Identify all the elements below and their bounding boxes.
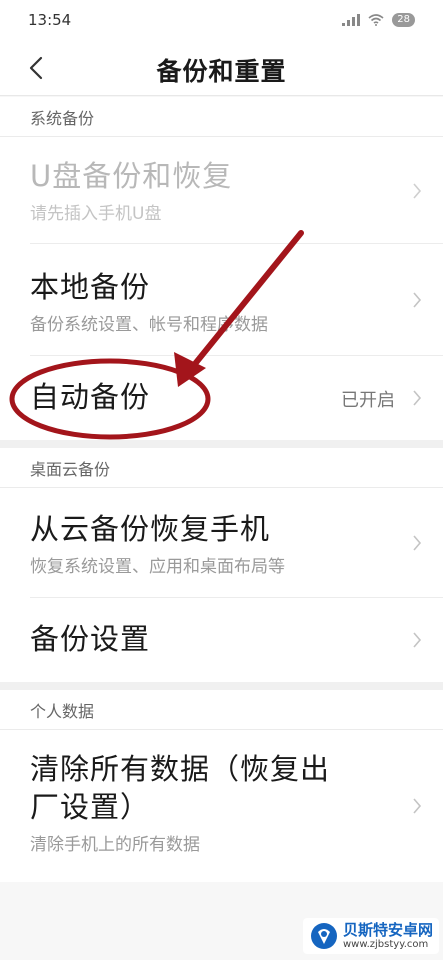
site-logo-icon — [310, 923, 337, 949]
row-title: U盘备份和恢复 — [30, 159, 233, 193]
row-title: 自动备份 — [30, 380, 151, 414]
row-local-backup[interactable]: 本地备份 备份系统设置、帐号和程序数据 — [0, 244, 443, 356]
row-title: 从云备份恢复手机 — [30, 512, 271, 546]
row-factory-reset[interactable]: 清除所有数据（恢复出 厂设置） 清除手机上的所有数据 — [0, 730, 443, 882]
row-title: 本地备份 — [30, 270, 151, 304]
chevron-right-icon — [413, 798, 422, 814]
watermark: 贝斯特安卓网 www.zjbstyy.com — [302, 918, 439, 954]
watermark-url: www.zjbstyy.com — [342, 939, 429, 950]
battery-icon: 28 — [392, 13, 415, 27]
page-title: 备份和重置 — [156, 57, 287, 86]
row-restore-from-cloud[interactable]: 从云备份恢复手机 恢复系统设置、应用和桌面布局等 — [0, 488, 443, 598]
row-usb-backup[interactable]: U盘备份和恢复 请先插入手机U盘 — [0, 137, 443, 244]
section-header-system-backup: 系统备份 — [0, 97, 443, 137]
watermark-name: 贝斯特安卓网 — [342, 921, 433, 939]
chevron-right-icon — [413, 632, 422, 648]
chevron-right-icon — [413, 535, 422, 551]
row-title-line-1: 清除所有数据（恢复出 — [30, 752, 331, 786]
row-subtitle: 清除手机上的所有数据 — [30, 835, 200, 855]
status-time: 13:54 — [28, 11, 72, 29]
row-title-line-2: 厂设置） — [30, 790, 151, 824]
row-title: 备份设置 — [30, 622, 151, 656]
chevron-right-icon — [413, 182, 422, 199]
row-subtitle: 恢复系统设置、应用和桌面布局等 — [30, 557, 285, 577]
signal-icon — [342, 14, 361, 26]
chevron-right-icon — [413, 390, 422, 406]
auto-backup-status: 已开启 — [341, 390, 395, 411]
status-bar: 13:54 28 — [0, 0, 443, 40]
row-subtitle: 备份系统设置、帐号和程序数据 — [30, 315, 268, 335]
section-header-personal-data: 个人数据 — [0, 690, 443, 730]
wifi-icon — [368, 14, 384, 26]
title-bar: 备份和重置 — [0, 40, 443, 96]
status-icons: 28 — [342, 13, 415, 27]
row-subtitle: 请先插入手机U盘 — [30, 204, 162, 224]
section-gap — [0, 682, 443, 690]
chevron-right-icon — [413, 292, 422, 308]
row-auto-backup[interactable]: 自动备份 已开启 — [0, 356, 443, 440]
section-gap — [0, 440, 443, 448]
section-header-cloud-backup: 桌面云备份 — [0, 448, 443, 488]
row-backup-settings[interactable]: 备份设置 — [0, 598, 443, 682]
